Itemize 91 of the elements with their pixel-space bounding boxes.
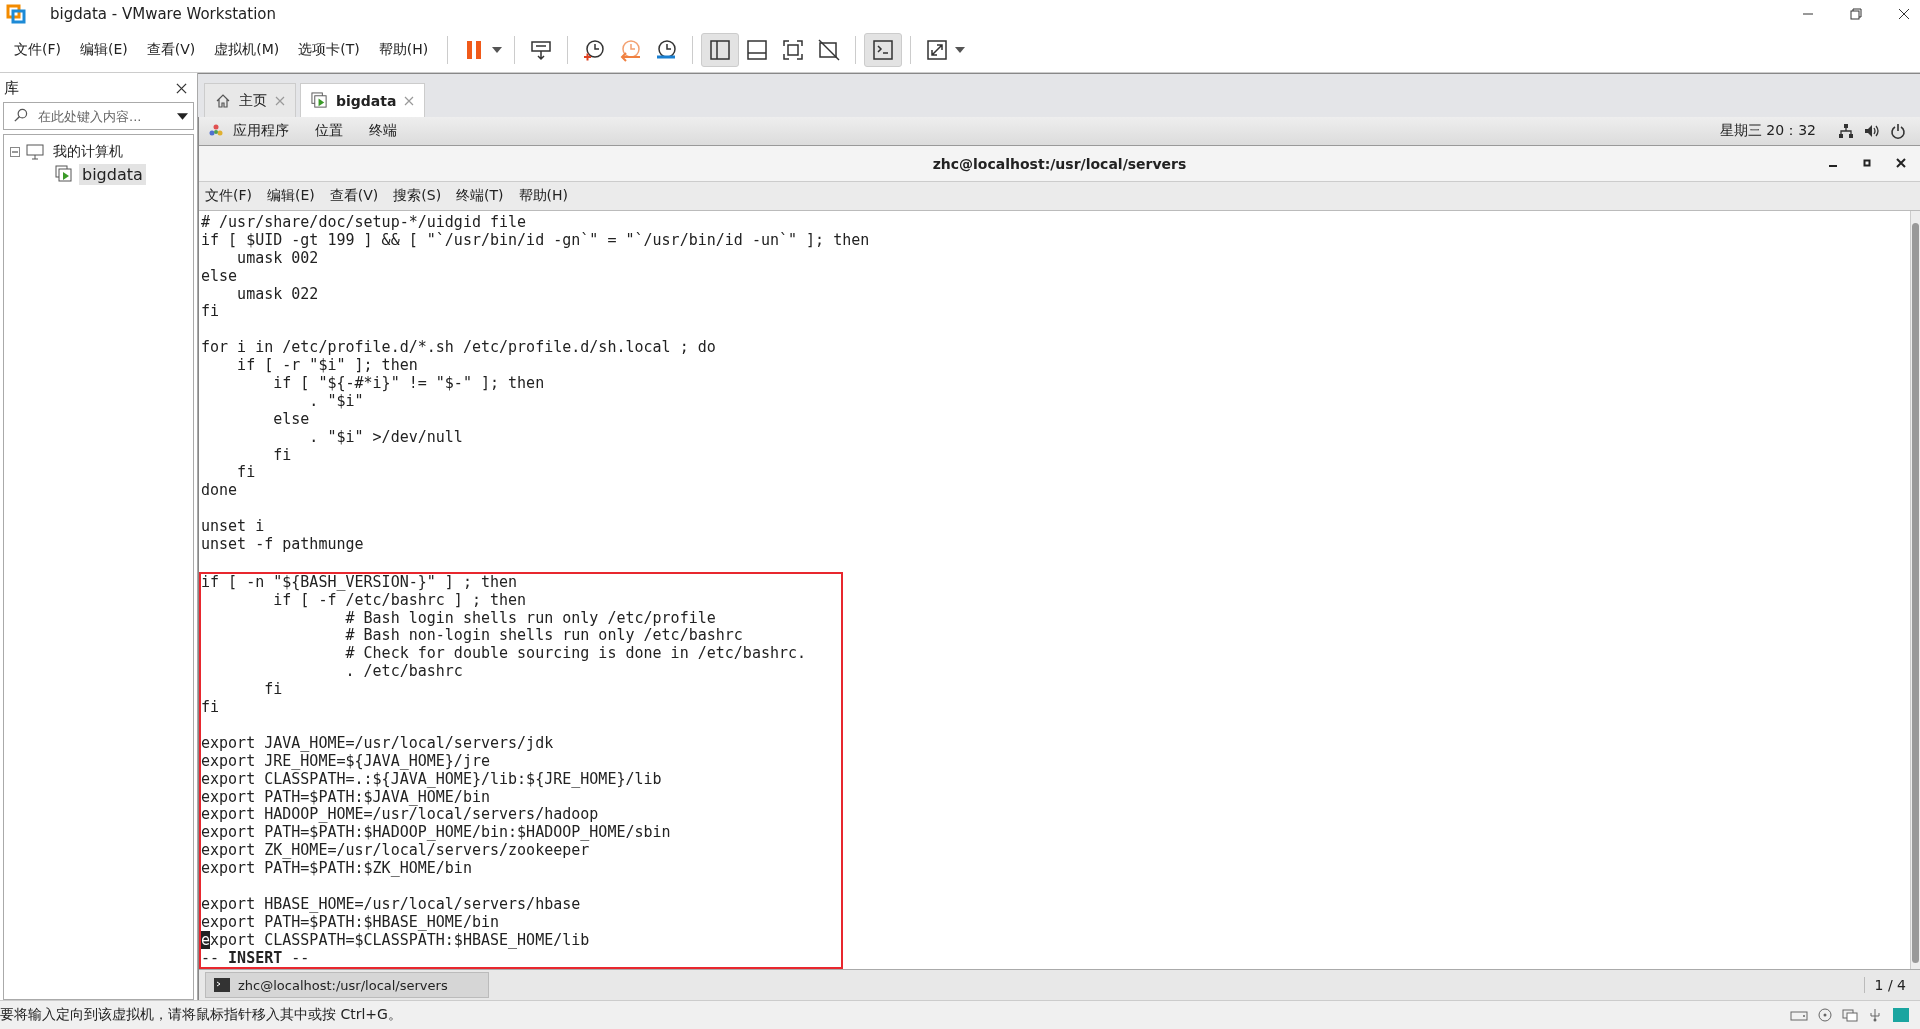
menu-item[interactable]: 选项卡(T)	[290, 41, 368, 59]
close-icon[interactable]	[1896, 158, 1906, 168]
message-icon[interactable]	[1892, 1007, 1910, 1023]
tree-item[interactable]: bigdata	[79, 163, 146, 185]
code-line: fi	[263, 681, 283, 700]
window-title: bigdata - VMware Workstation	[50, 5, 277, 23]
maximize-icon[interactable]	[1862, 158, 1872, 168]
code-line: else	[272, 410, 310, 429]
guest-menu-item[interactable]: 应用程序	[233, 122, 289, 140]
close-icon[interactable]	[1898, 8, 1910, 20]
close-icon[interactable]	[176, 83, 187, 94]
terminal-icon	[214, 978, 230, 992]
code-line: . /etc/bashrc	[344, 663, 463, 682]
terminal-menu-item[interactable]: 文件(F)	[205, 187, 252, 205]
home-icon	[215, 92, 231, 109]
code-line: # Bash non-login shells run only /etc/bashrc	[344, 627, 743, 646]
power-icon[interactable]	[1890, 123, 1906, 139]
code-line: unset -f pathmunge	[201, 536, 364, 554]
code-line: export PATH=$PATH:$HADOOP_HOME/bin:$HADOOP_HOME/sbin	[201, 824, 671, 843]
menu-item[interactable]: 查看(V)	[138, 41, 204, 59]
search-icon	[13, 108, 28, 123]
clock: 星期三 20：32	[1719, 122, 1816, 140]
code-line: export PATH=$PATH:$ZK_HOME/bin	[201, 860, 472, 878]
tree-item[interactable]: 我的计算机	[50, 142, 126, 162]
vm-icon	[55, 165, 73, 183]
code-line: export PATH=$PATH:$HBASE_HOME/bin	[201, 913, 499, 932]
text-cursor: e	[201, 930, 211, 949]
code-line: fi	[201, 303, 220, 322]
search-field[interactable]: 在此处键入内容...	[3, 102, 194, 130]
terminal-menu-item[interactable]: 帮助(H)	[518, 187, 569, 205]
apps-icon	[209, 124, 223, 138]
code-line: export HBASE_HOME=/usr/local/servers/hbase	[201, 895, 581, 914]
code-line: # Bash login shells run only /etc/profile	[344, 609, 716, 628]
terminal-menu-item[interactable]: 编辑(E)	[267, 187, 315, 205]
volume-icon[interactable]	[1864, 123, 1880, 139]
sidebar-view-icon[interactable]	[701, 33, 740, 67]
terminal-menu-item[interactable]: 终端(T)	[456, 187, 504, 205]
terminal-menu-item[interactable]: 搜索(S)	[393, 187, 442, 205]
vmware-logo-icon	[6, 4, 26, 24]
caret-icon[interactable]	[177, 113, 188, 120]
code-line: export JRE_HOME=${JAVA_HOME}/jre	[201, 752, 490, 771]
code-line: export HADOOP_HOME=/usr/local/servers/hadoop	[201, 806, 599, 825]
taskbar-item[interactable]: zhc@localhost:/usr/local/servers	[205, 972, 489, 998]
computer-icon	[26, 144, 44, 160]
scrollbar[interactable]	[1910, 211, 1920, 969]
code-line: # /usr/share/doc/setup-*/uidgid file	[201, 214, 527, 232]
code-line: xport CLASSPATH=$CLASSPATH:$HBASE_HOME/lib	[210, 931, 590, 950]
menu-item[interactable]: 虚拟机(M)	[206, 41, 288, 59]
vm-icon	[311, 92, 328, 109]
code-line: # Check for double sourcing is done in /etc/bashrc.	[344, 645, 807, 664]
tab[interactable]: bigdata	[300, 83, 426, 117]
code-line: for i in /etc/profile.d/*.sh /etc/profile.d/sh.local ; do	[201, 339, 716, 358]
code-line: if [ -f /etc/bashrc ] ; then	[272, 591, 527, 610]
usb-icon[interactable]	[1868, 1008, 1882, 1022]
terminal-title: zhc@localhost:/usr/local/servers	[932, 155, 1187, 172]
code-line: else	[201, 267, 238, 286]
code-line: export ZK_HOME=/usr/local/servers/zookeeper	[201, 842, 590, 861]
restore-icon[interactable]	[1850, 8, 1862, 20]
caret-icon[interactable]	[492, 47, 503, 53]
code-line: if [ $UID -gt 199 ] && [ "`/usr/bin/id -gn`" = "`/usr/bin/id -un`" ]; then	[201, 231, 870, 250]
menu-item[interactable]: 文件(F)	[6, 41, 69, 59]
library-title: 库	[4, 79, 19, 98]
workspace-indicator[interactable]: 1 / 4	[1863, 977, 1906, 993]
code-line: . "$i" >/dev/null	[308, 428, 463, 447]
guest-menu-item[interactable]: 终端	[369, 122, 397, 140]
code-line: if [ -n "${BASH_VERSION-}" ] ; then	[201, 573, 518, 592]
code-line: export CLASSPATH=.:${JAVA_HOME}/lib:${JRE_HOME}/lib	[201, 770, 662, 789]
mode-line: -- INSERT --	[201, 949, 310, 968]
console-icon[interactable]	[864, 33, 903, 67]
code-line: export PATH=$PATH:$JAVA_HOME/bin	[201, 788, 490, 807]
terminal-menu-item[interactable]: 查看(V)	[329, 187, 379, 205]
code-line: umask 022	[236, 285, 319, 304]
code-line: if [ "${-#*i}" != "$-" ]; then	[272, 375, 545, 393]
menu-item[interactable]: 帮助(H)	[370, 41, 437, 59]
code-line: unset i	[201, 518, 265, 537]
caret-icon[interactable]	[955, 47, 966, 53]
network-icon[interactable]	[1838, 123, 1854, 139]
code-line: if [ -r "$i" ]; then	[236, 357, 418, 376]
menu-item[interactable]: 编辑(E)	[72, 41, 136, 59]
code-line: export JAVA_HOME=/usr/local/servers/jdk	[201, 734, 554, 753]
status-message: 要将输入定向到该虚拟机，请将鼠标指针移入其中或按 Ctrl+G。	[0, 1006, 402, 1024]
disc-icon[interactable]	[1818, 1008, 1832, 1022]
collapse-icon[interactable]	[10, 147, 20, 157]
code-line: fi	[236, 464, 256, 483]
code-line: . "$i"	[308, 392, 364, 411]
code-line: fi	[272, 446, 292, 465]
tab[interactable]: 主页	[204, 83, 296, 117]
guest-menu-item[interactable]: 位置	[315, 122, 343, 140]
code-line: fi	[201, 699, 220, 717]
code-line: umask 002	[236, 249, 319, 268]
code-line: done	[201, 482, 238, 501]
